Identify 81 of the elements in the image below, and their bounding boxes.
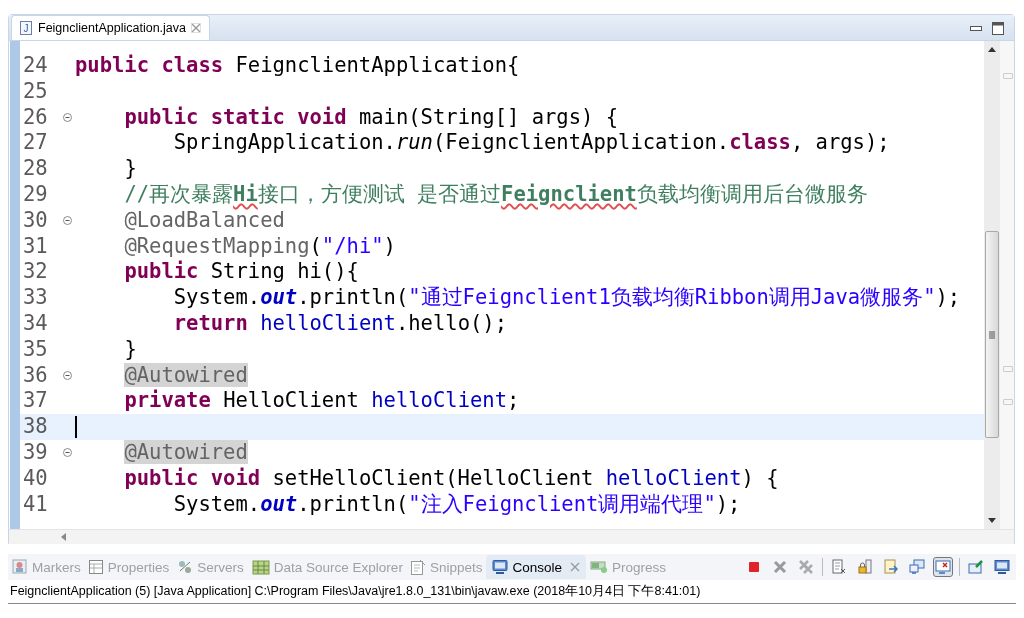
line-number: 41	[22, 491, 49, 518]
line-number: 31	[22, 233, 49, 260]
lock-button[interactable]	[855, 557, 875, 577]
line-number: 30	[22, 207, 49, 234]
code-line: return helloClient.hello();	[172, 310, 507, 337]
close-icon[interactable]	[191, 23, 201, 33]
view-tab[interactable]: Servers	[173, 555, 248, 579]
snippets-icon	[410, 559, 426, 575]
code-line: }	[123, 156, 137, 182]
code-line: }	[123, 336, 137, 363]
console-title: FeignclientApplication (5) [Java Application] C:\Program Files\Java\jre1.8.0_131\bin\javaw.exe (2018年10月4日 下午8:41:01)	[8, 580, 1016, 604]
collapse-icon[interactable]	[63, 216, 72, 226]
line-number: 33	[22, 285, 49, 311]
editor-tab[interactable]: J FeignclientApplication.java	[11, 15, 210, 40]
line-number: 39	[22, 439, 49, 466]
line-number: 29	[22, 182, 49, 208]
view-tab[interactable]: Markers	[8, 555, 85, 579]
scroll-left-icon[interactable]	[61, 533, 66, 541]
line-number: 35	[22, 336, 49, 363]
code-line: public void setHelloClient(HelloClient helloClient) {	[123, 465, 779, 492]
servers-icon	[177, 559, 194, 575]
code-line: public class FeignclientApplication{	[75, 53, 520, 79]
document-arrow-button[interactable]	[881, 557, 901, 577]
scrollbar-thumb[interactable]	[985, 231, 999, 438]
line-number: 38	[22, 414, 49, 440]
grip-icon	[989, 330, 995, 339]
code-line: private HelloClient helloClient;	[123, 388, 520, 415]
code-comment: //再次暴露Hi接口，方便测试 是否通过Feignclient负载均衡调用后台微服务	[123, 182, 868, 208]
line-number: 26	[22, 104, 49, 131]
horizontal-scrollbar[interactable]	[9, 529, 1014, 544]
view-tab[interactable]: Data Source Explorer	[247, 555, 407, 579]
line-number: 34	[22, 310, 49, 337]
view-tab[interactable]: Progress	[585, 555, 670, 579]
properties-icon	[88, 559, 104, 575]
text-cursor	[75, 416, 77, 439]
pin-button[interactable]	[966, 557, 986, 577]
code-line: System.out.println("通过Feignclient1负载均衡Ribbon调用Java微服务");	[172, 285, 961, 311]
collapse-icon[interactable]	[63, 448, 72, 458]
clear-document-icon	[831, 559, 847, 575]
file-name: FeignclientApplication.java	[38, 21, 186, 35]
code-line: @RequestMapping("/hi")	[123, 233, 396, 260]
view-tab[interactable]: Snippets	[406, 555, 487, 579]
code-line: public String hi(){	[123, 259, 359, 286]
code-line: @LoadBalanced	[123, 207, 285, 234]
java-file-icon: J	[20, 21, 33, 35]
stop-icon	[746, 559, 762, 575]
markers-icon	[12, 559, 28, 575]
line-number: 28	[22, 156, 49, 182]
monitor-error-icon	[935, 559, 951, 575]
view-tab[interactable]: Console	[486, 555, 586, 579]
collapse-icon[interactable]	[63, 113, 72, 122]
code-line: System.out.println("注入Feignclient调用端代理");	[172, 491, 741, 518]
line-number: 37	[22, 388, 49, 415]
remove-all-icon	[798, 559, 814, 575]
monitor-message-button[interactable]	[907, 557, 927, 577]
line-number: 32	[22, 259, 49, 286]
view-tab[interactable]: Properties	[84, 555, 174, 579]
lock-icon	[857, 559, 873, 575]
line-number: 27	[22, 130, 49, 157]
database-icon	[251, 559, 270, 575]
monitor-icon	[492, 559, 509, 575]
pin-icon	[968, 559, 984, 575]
code-line: SpringApplication.run(FeignclientApplication.class, args);	[172, 130, 890, 157]
line-number: 36	[22, 362, 49, 389]
scroll-down-icon[interactable]	[988, 518, 996, 523]
monitor-icon	[994, 559, 1010, 575]
remove-icon	[772, 559, 788, 575]
monitor-button[interactable]	[992, 557, 1012, 577]
monitor-message-icon	[909, 559, 925, 575]
minimize-icon[interactable]	[970, 25, 982, 32]
close-icon[interactable]	[569, 562, 580, 572]
code-line: public static void main(String[] args) {	[123, 104, 619, 131]
line-number: 25	[22, 78, 49, 105]
maximize-icon[interactable]	[992, 22, 1004, 35]
line-number: 24	[22, 53, 49, 79]
line-number: 40	[22, 465, 49, 492]
scroll-up-icon[interactable]	[988, 47, 996, 52]
monitor-error-button[interactable]	[933, 557, 953, 577]
vertical-scrollbar[interactable]	[984, 41, 1000, 529]
collapse-icon[interactable]	[63, 370, 72, 380]
progress-icon	[589, 560, 608, 574]
